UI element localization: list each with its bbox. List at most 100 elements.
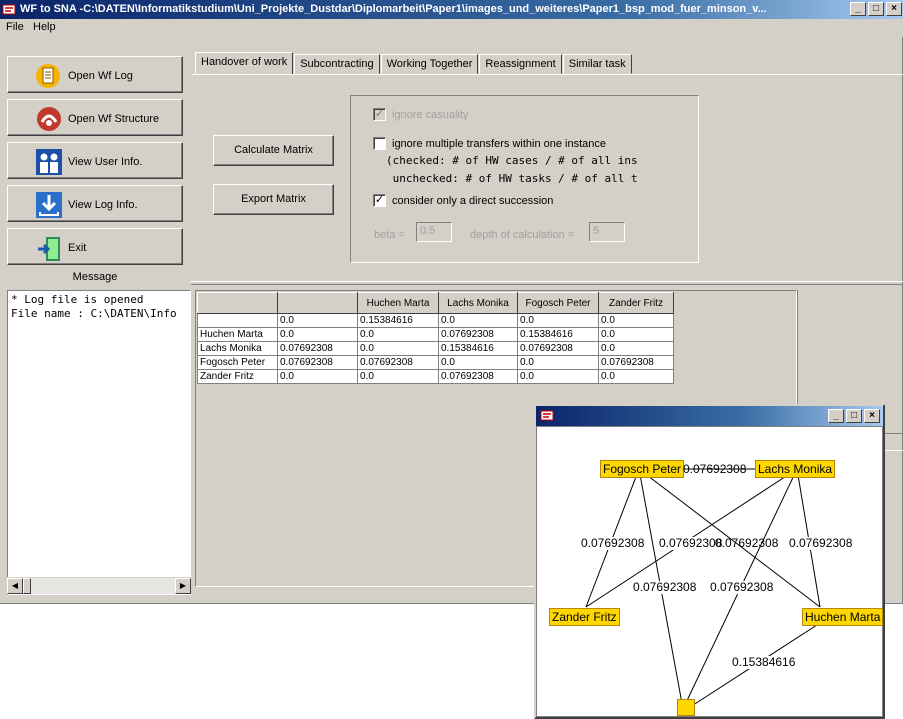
table-cell[interactable]: Lachs Monika — [197, 341, 278, 356]
table-cell[interactable]: 0.0 — [598, 341, 674, 356]
maximize-button[interactable]: □ — [868, 2, 884, 16]
minimize-button[interactable]: _ — [850, 2, 866, 16]
table-cell[interactable]: Huchen Marta — [197, 327, 278, 342]
table-row[interactable]: 0.0 0.15384616 0.0 0.0 0.0 — [197, 313, 674, 328]
ignore-casuality-checkbox[interactable]: ✓ ignore casuality — [373, 108, 468, 121]
note-unchecked: unchecked: # of HW tasks / # of all t — [386, 172, 638, 185]
tab-similar-task[interactable]: Similar task — [562, 54, 632, 74]
table-cell[interactable]: 0.07692308 — [438, 369, 518, 384]
graph-maximize-button[interactable]: □ — [846, 409, 862, 423]
tab-handover-of-work[interactable]: Handover of work — [195, 52, 294, 74]
table-cell[interactable]: 0.0 — [517, 355, 599, 370]
view-log-info-label: View Log Info. — [68, 199, 138, 211]
table-cell[interactable]: 0.15384616 — [438, 341, 518, 356]
checkbox-empty — [373, 137, 386, 150]
scroll-right-icon[interactable]: ▶ — [175, 578, 191, 594]
edge-label: 0.07692308 — [659, 536, 723, 550]
graph-window: _ □ × Fogosch Peter Lachs Monika Zander … — [534, 404, 885, 719]
table-row[interactable]: Zander Fritz 0.0 0.0 0.07692308 0.0 0.0 — [197, 369, 674, 384]
open-wf-structure-button[interactable]: Open Wf Structure — [7, 99, 183, 136]
column-header[interactable]: Zander Fritz — [598, 292, 674, 314]
graph-canvas[interactable]: Fogosch Peter Lachs Monika Zander Fritz … — [536, 426, 884, 717]
table-cell[interactable]: 0.0 — [598, 327, 674, 342]
download-icon — [36, 192, 62, 218]
graph-node[interactable]: Zander Fritz — [549, 608, 620, 626]
menu-file[interactable]: File — [6, 21, 24, 33]
menu-help[interactable]: Help — [33, 21, 56, 33]
graph-title-bar[interactable]: _ □ × — [536, 406, 883, 426]
table-cell[interactable]: 0.07692308 — [517, 341, 599, 356]
table-header-row: Huchen Marta Lachs Monika Fogosch Peter … — [197, 292, 674, 314]
graph-node[interactable]: Lachs Monika — [755, 460, 836, 478]
table-row[interactable]: Huchen Marta 0.0 0.0 0.07692308 0.153846… — [197, 327, 674, 342]
tab-subcontracting[interactable]: Subcontracting — [294, 54, 380, 74]
exit-icon — [38, 237, 60, 261]
table-cell[interactable]: 0.0 — [277, 369, 358, 384]
view-user-info-button[interactable]: View User Info. — [7, 142, 183, 179]
graph-close-button[interactable]: × — [864, 409, 880, 423]
table-cell[interactable] — [197, 313, 278, 328]
menu-bar: File Help — [0, 19, 903, 37]
depth-input[interactable]: 5 — [589, 222, 625, 242]
table-cell[interactable]: 0.07692308 — [438, 327, 518, 342]
open-wf-structure-label: Open Wf Structure — [68, 113, 160, 125]
column-header[interactable] — [197, 292, 278, 314]
graph-minimize-button[interactable]: _ — [828, 409, 844, 423]
table-cell[interactable]: 0.0 — [598, 369, 674, 384]
column-header[interactable] — [277, 292, 358, 314]
calculate-matrix-button[interactable]: Calculate Matrix — [213, 135, 334, 166]
table-row[interactable]: Fogosch Peter 0.07692308 0.07692308 0.0 … — [197, 355, 674, 370]
scroll-thumb[interactable] — [23, 578, 31, 594]
table-cell[interactable]: 0.0 — [277, 327, 358, 342]
column-header[interactable]: Fogosch Peter — [517, 292, 599, 314]
graph-node[interactable]: Fogosch Peter — [600, 460, 685, 478]
close-button[interactable]: × — [886, 2, 902, 16]
exit-label: Exit — [68, 242, 87, 254]
open-wf-log-button[interactable]: Open Wf Log — [7, 56, 183, 93]
view-log-info-button[interactable]: View Log Info. — [7, 185, 183, 222]
table-cell[interactable]: 0.0 — [438, 313, 518, 328]
window-title: WF to SNA -C:\DATEN\Informatikstudium\Un… — [20, 3, 767, 15]
table-cell[interactable]: 0.15384616 — [357, 313, 439, 328]
table-cell[interactable]: 0.0 — [517, 369, 599, 384]
table-cell[interactable]: 0.15384616 — [517, 327, 599, 342]
log-line: * Log file is opened — [11, 293, 144, 306]
table-cell[interactable]: 0.0 — [517, 313, 599, 328]
tab-working-together[interactable]: Working Together — [380, 54, 479, 74]
graph-node[interactable]: Huchen Marta — [802, 608, 884, 626]
title-bar: WF to SNA -C:\DATEN\Informatikstudium\Un… — [0, 0, 903, 19]
table-cell[interactable]: 0.0 — [357, 369, 439, 384]
scroll-left-icon[interactable]: ◀ — [7, 578, 23, 594]
table-cell[interactable]: 0.0 — [357, 341, 439, 356]
edge-label: 0.07692308 — [683, 462, 747, 476]
ignore-multiple-checkbox[interactable]: ignore multiple transfers within one ins… — [373, 137, 606, 150]
splitter[interactable] — [191, 281, 903, 285]
edge-label: 0.07692308 — [710, 580, 774, 594]
tab-reassignment[interactable]: Reassignment — [479, 54, 562, 74]
table-cell[interactable]: 0.0 — [277, 313, 358, 328]
direct-succession-checkbox[interactable]: ✓ consider only a direct succession — [373, 194, 553, 207]
edge-label: 0.07692308 — [789, 536, 853, 550]
check-icon: ✓ — [373, 108, 386, 121]
table-cell[interactable]: 0.0 — [357, 327, 439, 342]
log-line: File name : C:\DATEN\Info — [11, 307, 177, 320]
horizontal-scrollbar[interactable]: ◀ ▶ — [7, 577, 191, 594]
table-cell[interactable]: 0.0 — [598, 313, 674, 328]
graph-node[interactable] — [677, 699, 695, 716]
direct-succession-label: consider only a direct succession — [392, 194, 554, 207]
log-textarea[interactable]: * Log file is opened File name : C:\DATE… — [7, 290, 191, 595]
export-matrix-button[interactable]: Export Matrix — [213, 184, 334, 215]
column-header[interactable]: Lachs Monika — [438, 292, 518, 314]
table-cell[interactable]: Fogosch Peter — [197, 355, 278, 370]
table-cell[interactable]: 0.07692308 — [277, 355, 358, 370]
log-icon — [36, 64, 60, 88]
table-cell[interactable]: 0.07692308 — [277, 341, 358, 356]
column-header[interactable]: Huchen Marta — [357, 292, 439, 314]
table-cell[interactable]: 0.07692308 — [357, 355, 439, 370]
table-cell[interactable]: Zander Fritz — [197, 369, 278, 384]
table-cell[interactable]: 0.07692308 — [598, 355, 674, 370]
exit-button[interactable]: Exit — [7, 228, 183, 265]
table-row[interactable]: Lachs Monika 0.07692308 0.0 0.15384616 0… — [197, 341, 674, 356]
table-cell[interactable]: 0.0 — [438, 355, 518, 370]
beta-input[interactable]: 0.5 — [416, 222, 452, 242]
